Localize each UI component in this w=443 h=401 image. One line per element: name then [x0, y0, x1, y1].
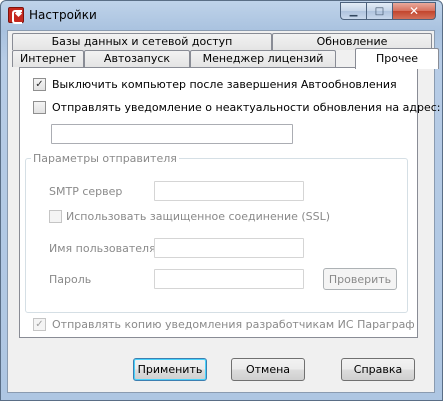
- ssl-checkbox[interactable]: [49, 210, 62, 223]
- tab-license-manager[interactable]: Менеджер лицензий: [190, 50, 336, 67]
- sender-params-legend: Параметры отправителя: [31, 152, 179, 165]
- tab-label: Автозапуск: [103, 52, 171, 65]
- shutdown-label: Выключить компьютер после завершения Авт…: [52, 78, 397, 91]
- checkmark-icon: ✓: [35, 78, 44, 90]
- ssl-label: Использовать защищенное соединение (SSL): [66, 210, 331, 223]
- tab-label: Базы данных и сетевой доступ: [51, 35, 233, 48]
- notify-outdated-label: Отправлять уведомление о неактуальности …: [52, 101, 441, 114]
- tab-internet[interactable]: Интернет: [12, 50, 84, 67]
- maximize-button[interactable]: □: [366, 2, 392, 20]
- smtp-server-input[interactable]: [154, 181, 304, 201]
- close-icon: ✕: [408, 4, 420, 18]
- tab-label: Обновление: [316, 35, 388, 48]
- username-label: Имя пользователя: [49, 242, 156, 255]
- tab-databases[interactable]: Базы данных и сетевой доступ: [12, 33, 272, 50]
- minimize-button[interactable]: ▁: [340, 2, 366, 20]
- maximize-icon: □: [374, 5, 385, 17]
- tab-label: Интернет: [20, 52, 76, 65]
- username-input[interactable]: [154, 238, 304, 258]
- notify-address-input[interactable]: [51, 124, 293, 144]
- minimize-icon: ▁: [349, 5, 358, 17]
- smtp-label: SMTP сервер: [49, 185, 123, 198]
- apply-button[interactable]: Применить: [133, 358, 207, 381]
- tab-other[interactable]: Прочее: [355, 48, 439, 69]
- shutdown-checkbox[interactable]: ✓: [33, 78, 46, 91]
- copy-to-devs-checkbox[interactable]: ✓: [33, 318, 46, 331]
- window-title: Настройки: [29, 8, 97, 22]
- tab-label: Прочее: [375, 52, 419, 65]
- notify-outdated-checkbox[interactable]: [33, 101, 46, 114]
- password-label: Пароль: [49, 273, 92, 286]
- title-bar[interactable]: Настройки ▁ □ ✕: [1, 1, 442, 31]
- close-button[interactable]: ✕: [392, 2, 436, 20]
- copy-to-devs-label: Отправлять копию уведомления разработчик…: [52, 318, 415, 331]
- cancel-button[interactable]: Отмена: [231, 358, 305, 381]
- check-button[interactable]: Проверить: [323, 268, 397, 290]
- tab-label: Менеджер лицензий: [202, 52, 324, 65]
- help-button[interactable]: Справка: [341, 358, 415, 381]
- checkmark-icon: ✓: [35, 318, 44, 330]
- caption-buttons: ▁ □ ✕: [340, 2, 436, 20]
- app-logo-icon: [8, 7, 24, 24]
- tab-autostart[interactable]: Автозапуск: [84, 50, 190, 67]
- tab-panel-other: ✓ Выключить компьютер после завершения А…: [19, 67, 441, 338]
- password-input[interactable]: [154, 269, 304, 289]
